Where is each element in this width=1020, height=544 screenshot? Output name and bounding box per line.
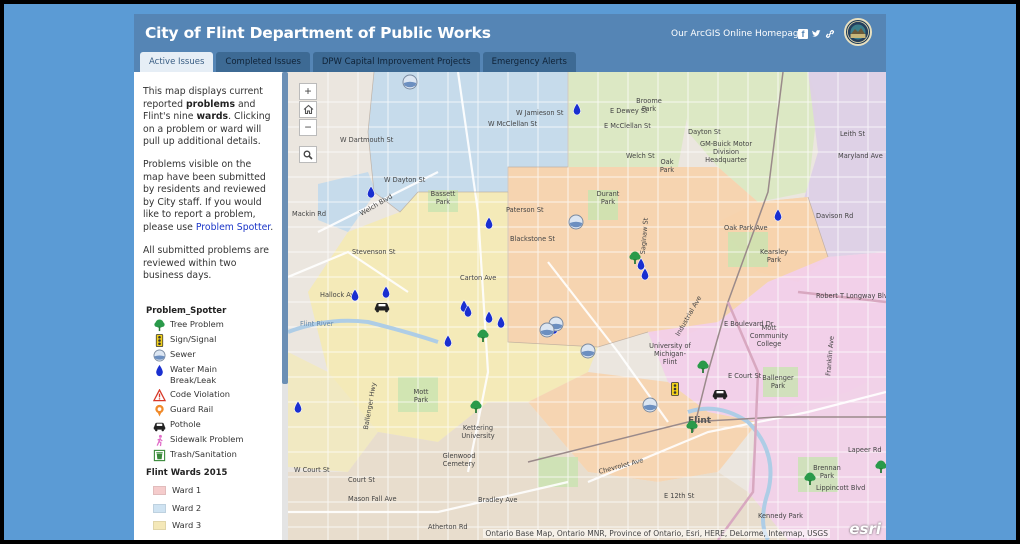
map-label: Leith St <box>840 130 866 138</box>
legend-item: Water Main Break/Leak <box>153 364 273 385</box>
pothole-car-icon <box>153 422 166 432</box>
esri-logo: esri <box>849 520 881 538</box>
ward-1-swatch <box>153 486 166 495</box>
map-label: Robert T Longway Blvd <box>816 292 886 300</box>
facebook-icon[interactable]: f <box>798 29 808 39</box>
map-label: Welch St <box>626 152 655 160</box>
link-icon[interactable] <box>825 29 835 39</box>
map-label: E 12th St <box>664 492 695 500</box>
homepage-link[interactable]: Our ArcGIS Online Homepage! <box>671 29 808 39</box>
map-label: Kearsley Park <box>760 248 789 264</box>
wards-legend-title: Flint Wards 2015 <box>146 468 228 478</box>
twitter-icon[interactable] <box>811 29 821 39</box>
map-label: Blackstone St <box>510 235 555 243</box>
map-label: Oak Park Ave <box>724 224 768 232</box>
traffic-signal-icon <box>155 334 164 347</box>
map-label: E McClellan St <box>604 122 651 130</box>
map-label: Hallock Ave <box>320 291 359 299</box>
map-label: Ballenger Park <box>762 374 794 390</box>
water-drop-icon <box>156 364 163 377</box>
map-label: University of Michigan-Flint <box>649 342 691 366</box>
ward-legend-item: Ward 1 <box>153 485 201 495</box>
trash-icon <box>153 449 166 462</box>
page-frame: City of Flint Department of Public Works… <box>4 4 1016 540</box>
map-label: Mott Park <box>413 388 429 404</box>
tab-emergency-alerts[interactable]: Emergency Alerts <box>482 52 576 72</box>
map-label: Maryland Ave <box>838 152 883 160</box>
map-label: Bradley Ave <box>478 496 518 504</box>
city-seal-logo <box>844 18 872 46</box>
sewer-icon <box>153 349 166 362</box>
tab-completed-issues[interactable]: Completed Issues <box>216 52 310 72</box>
map-label: Mott Community College <box>749 324 789 348</box>
app-header: City of Flint Department of Public Works… <box>134 14 886 72</box>
legend-item: Pothole <box>153 419 201 432</box>
tab-bar: Active Issues Completed Issues DPW Capit… <box>140 52 576 72</box>
map-label: Kennedy Park <box>758 512 803 520</box>
map-label: Carton Ave <box>460 274 497 282</box>
ward-legend-item: Ward 2 <box>153 503 201 513</box>
legend-item: Sewer <box>153 349 196 362</box>
map-label: W McClellan St <box>488 120 538 128</box>
map-label: W Dayton St <box>384 176 426 184</box>
map-label: GM-Buick Motor Division Headquarter <box>699 140 753 164</box>
guard-rail-icon <box>155 404 164 417</box>
search-icon <box>303 150 313 160</box>
sidewalk-icon <box>156 434 163 447</box>
map-label: Mason Fall Ave <box>348 495 397 503</box>
intro-paragraph: This map displays current reported probl… <box>143 86 271 148</box>
legend-item: Trash/Sanitation <box>153 449 237 462</box>
legend-title: Problem_Spotter <box>146 306 227 316</box>
map-label: Flint River <box>300 320 334 328</box>
map-label: Bassett Park <box>430 190 456 206</box>
tab-dpw-capital-projects[interactable]: DPW Capital Improvement Projects <box>312 52 480 72</box>
map-label: Lippincott Blvd <box>816 484 866 492</box>
legend-item: Guard Rail <box>153 404 213 417</box>
map-label: Kettering University <box>461 424 495 440</box>
map-label: W Court St <box>294 466 330 474</box>
app-window: City of Flint Department of Public Works… <box>134 14 886 540</box>
review-note: All submitted problems are reviewed with… <box>143 245 269 282</box>
sidebar-panel: This map displays current reported probl… <box>134 72 282 540</box>
map-label: E Court St <box>728 372 762 380</box>
legend-item: Sign/Signal <box>153 334 216 347</box>
app-title: City of Flint Department of Public Works <box>145 24 491 42</box>
home-icon <box>303 104 313 115</box>
map-label: Dayton St <box>688 128 721 136</box>
map-label: Mackin Rd <box>292 210 327 218</box>
map-label: Durant Park <box>596 190 620 206</box>
search-button[interactable] <box>299 146 317 163</box>
legend-item: Code Violation <box>153 389 230 402</box>
map-label: Davison Rd <box>816 212 854 220</box>
map-label: W Dartmouth St <box>340 136 394 144</box>
warning-triangle-icon <box>153 389 166 402</box>
map-label: Broome Park <box>636 97 662 113</box>
map-label: Lapeer Rd <box>848 446 882 454</box>
map-label: W Jamieson St <box>516 109 564 117</box>
ward-legend-item: Ward 3 <box>153 520 201 530</box>
map-label: Flint <box>688 416 712 426</box>
tab-active-issues[interactable]: Active Issues <box>140 52 214 72</box>
map-label: Atherton Rd <box>428 523 468 531</box>
home-button[interactable] <box>299 101 317 118</box>
map-label: Stevenson St <box>352 248 396 256</box>
ward-2-swatch <box>153 504 166 513</box>
spotter-paragraph: Problems visible on the map have been su… <box>143 159 274 233</box>
ward-3-swatch <box>153 521 166 530</box>
map-attribution: Ontario Base Map, Ontario MNR, Province … <box>483 529 830 538</box>
tree-icon <box>154 319 165 332</box>
zoom-out-button[interactable]: − <box>299 119 317 136</box>
map-label: Brennan Park <box>813 464 841 480</box>
map-label: Glenwood Cemetery <box>442 452 476 468</box>
problem-spotter-link[interactable]: Problem Spotter <box>196 222 270 233</box>
map-label: Court St <box>348 476 375 484</box>
map-label: Paterson St <box>506 206 544 214</box>
zoom-in-button[interactable]: + <box>299 83 317 100</box>
map-view[interactable]: W Jamieson St W McClellan St W Dartmouth… <box>288 72 886 540</box>
map-label: Oak Park <box>659 158 675 174</box>
legend-item: Sidewalk Problem <box>153 434 243 447</box>
legend-item: Tree Problem <box>153 319 224 332</box>
